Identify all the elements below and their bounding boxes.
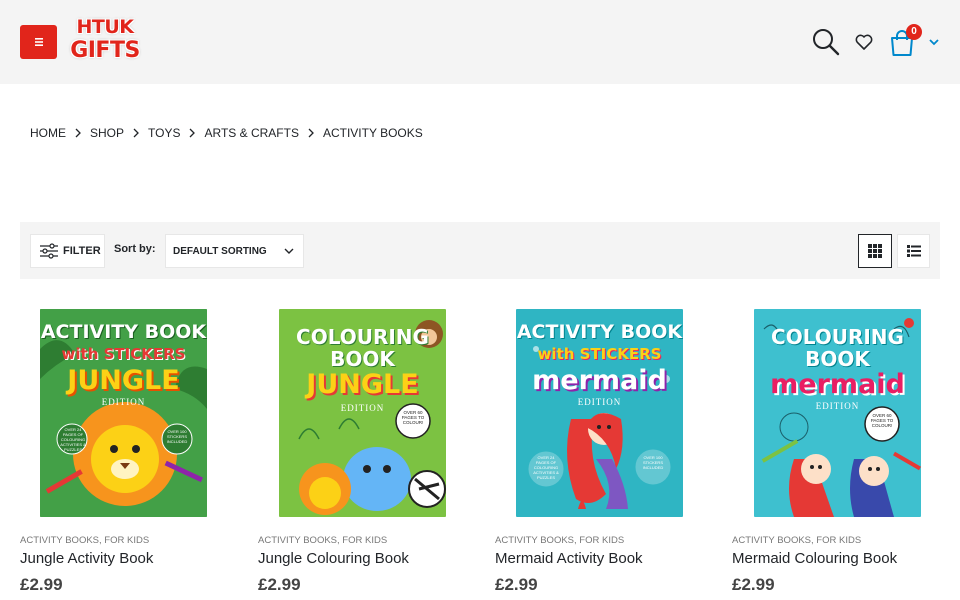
heart-icon[interactable] [854, 32, 874, 52]
product-card[interactable]: COLOURING BOOK mermaid EDITION OVER 60 P… [732, 309, 940, 594]
cover-title-line2: with STICKERS [61, 345, 186, 363]
cover-title-line4: EDITION [815, 401, 860, 411]
search-icon[interactable] [811, 27, 841, 57]
product-image[interactable]: COLOURING BOOK mermaid EDITION OVER 60 P… [754, 309, 921, 517]
breadcrumb-home[interactable]: HOME [30, 126, 66, 140]
cover-title-line1: COLOURING [296, 325, 429, 349]
cover-badge-right: OVER 100 STICKERS INCLUDED [642, 455, 664, 470]
breadcrumb-separator [180, 128, 204, 138]
chevron-right-icon [133, 128, 139, 138]
breadcrumb-arts-crafts[interactable]: ARTS & CRAFTS [204, 126, 298, 140]
product-categories[interactable]: ACTIVITY BOOKS, FOR KIDS [20, 535, 149, 546]
product-price: £2.99 [495, 575, 538, 594]
cover-title-line2: BOOK [805, 347, 870, 371]
breadcrumb-toys[interactable]: TOYS [148, 126, 180, 140]
chevron-down-icon [284, 248, 294, 254]
site-header: HTUK GIFTS 0 [0, 0, 960, 84]
product-card[interactable]: ACTIVITY BOOK with STICKERS mermaid EDIT… [495, 309, 703, 594]
product-name[interactable]: Jungle Colouring Book [258, 550, 409, 567]
cart-count-badge: 0 [906, 24, 922, 40]
product-categories[interactable]: ACTIVITY BOOKS, FOR KIDS [495, 535, 624, 546]
cover-badge-right: OVER 60 PAGES TO COLOUR! [401, 410, 425, 425]
product-price: £2.99 [20, 575, 63, 594]
product-name[interactable]: Jungle Activity Book [20, 550, 153, 567]
menu-icon [34, 38, 43, 46]
product-categories[interactable]: ACTIVITY BOOKS, FOR KIDS [258, 535, 387, 546]
cover-title-line3: JUNGLE [306, 369, 419, 400]
filter-sliders-icon [40, 243, 58, 259]
breadcrumb-activity-books: ACTIVITY BOOKS [322, 126, 423, 140]
filter-label: FILTER [63, 245, 101, 257]
breadcrumb-separator [299, 128, 323, 138]
product-price: £2.99 [732, 575, 775, 594]
cover-title-line3: mermaid [770, 369, 905, 400]
list-view-button[interactable] [897, 234, 930, 268]
logo-text-line2: GIFTS [70, 38, 140, 63]
cover-badge-left: OVER 24 PAGES OF COLOURING ACTIVITIES & … [533, 455, 559, 480]
cover-badge-left: OVER 24 PAGES OF COLOURING ACTIVITIES & … [60, 427, 86, 452]
site-logo[interactable]: HTUK GIFTS [68, 16, 142, 66]
chevron-right-icon [75, 128, 81, 138]
grid-icon [868, 244, 882, 258]
product-image[interactable]: ACTIVITY BOOK with STICKERS JUNGLE EDITI… [40, 309, 207, 517]
filter-button[interactable]: FILTER [30, 234, 105, 268]
sort-select-value: DEFAULT SORTING [173, 245, 267, 257]
product-price: £2.99 [258, 575, 301, 594]
cover-title-line3: mermaid [532, 365, 667, 396]
cover-title-line2: BOOK [330, 347, 395, 371]
grid-view-button[interactable] [858, 234, 892, 268]
chevron-down-icon[interactable] [928, 36, 940, 48]
cover-badge-right: OVER 60 PAGES TO COLOUR! [870, 413, 894, 428]
product-card[interactable]: COLOURING BOOK JUNGLE EDITION OVER 60 PA… [258, 309, 466, 594]
sort-label: Sort by: [114, 243, 156, 255]
sort-select[interactable]: DEFAULT SORTING [165, 234, 304, 268]
cover-title-line4: EDITION [101, 397, 146, 407]
logo-text-line1: HTUK [76, 16, 134, 38]
menu-button[interactable] [20, 25, 57, 59]
product-name[interactable]: Mermaid Colouring Book [732, 550, 897, 567]
shop-toolbar: FILTER Sort by: DEFAULT SORTING [20, 222, 940, 279]
cover-title-line3: JUNGLE [67, 365, 180, 396]
cover-title-line4: EDITION [577, 397, 622, 407]
cover-badge-right: OVER 100 STICKERS INCLUDED [166, 429, 188, 444]
breadcrumb-separator [124, 128, 148, 138]
product-categories[interactable]: ACTIVITY BOOKS, FOR KIDS [732, 535, 861, 546]
breadcrumb-separator [66, 128, 90, 138]
product-image[interactable]: ACTIVITY BOOK with STICKERS mermaid EDIT… [516, 309, 683, 517]
chevron-right-icon [308, 128, 314, 138]
product-card[interactable]: ACTIVITY BOOK with STICKERS JUNGLE EDITI… [20, 309, 228, 594]
cover-title-line1: ACTIVITY BOOK [516, 321, 683, 343]
cover-title-line2: with STICKERS [537, 345, 662, 363]
product-name[interactable]: Mermaid Activity Book [495, 550, 643, 567]
cover-title-line1: COLOURING [771, 325, 904, 349]
breadcrumb-shop[interactable]: SHOP [90, 126, 124, 140]
breadcrumb: HOME SHOP TOYS ARTS & CRAFTS ACTIVITY BO… [30, 124, 423, 142]
chevron-right-icon [190, 128, 196, 138]
list-icon [906, 245, 921, 257]
product-image[interactable]: COLOURING BOOK JUNGLE EDITION OVER 60 PA… [279, 309, 446, 517]
cover-title-line1: ACTIVITY BOOK [40, 321, 207, 343]
